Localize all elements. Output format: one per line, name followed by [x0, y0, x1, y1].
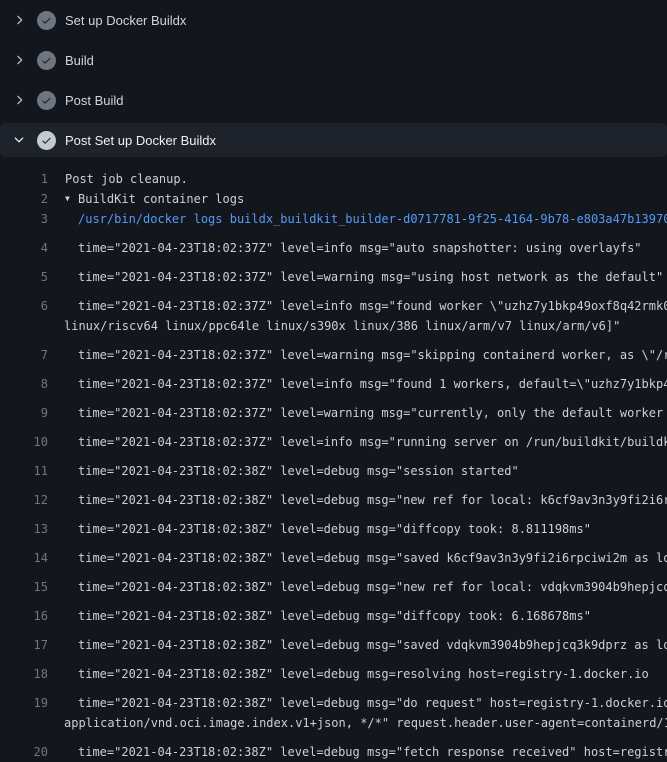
- line-number[interactable]: 19: [0, 693, 48, 713]
- check-circle-icon: [37, 11, 56, 30]
- line-number[interactable]: 7: [0, 345, 48, 365]
- log-text: time="2021-04-23T18:02:38Z" level=debug …: [78, 693, 667, 713]
- actions-log-viewer: Set up Docker Buildx Build Post Build Po…: [0, 0, 667, 762]
- log-line: 19 time="2021-04-23T18:02:38Z" level=deb…: [0, 684, 667, 713]
- line-number[interactable]: 18: [0, 664, 48, 684]
- step-row[interactable]: Set up Docker Buildx: [0, 0, 667, 40]
- line-number[interactable]: 17: [0, 635, 48, 655]
- log-line: 5 time="2021-04-23T18:02:37Z" level=warn…: [0, 258, 667, 287]
- chevron-right-icon: [12, 53, 26, 67]
- log-line: 8 time="2021-04-23T18:02:37Z" level=info…: [0, 365, 667, 394]
- chevron-right-icon: [12, 13, 26, 27]
- log-text: linux/riscv64 linux/ppc64le linux/s390x …: [64, 316, 620, 336]
- log-line: 9 time="2021-04-23T18:02:37Z" level=warn…: [0, 394, 667, 423]
- line-number[interactable]: 6: [0, 296, 48, 316]
- step-label: Set up Docker Buildx: [65, 13, 186, 28]
- chevron-right-icon: [12, 93, 26, 107]
- log-text: time="2021-04-23T18:02:38Z" level=debug …: [78, 519, 591, 539]
- step-label: Post Set up Docker Buildx: [65, 133, 216, 148]
- line-number[interactable]: 9: [0, 403, 48, 423]
- group-collapse-triangle-icon[interactable]: ▼: [65, 189, 78, 209]
- log-text: time="2021-04-23T18:02:38Z" level=debug …: [78, 577, 667, 597]
- log-text: time="2021-04-23T18:02:37Z" level=warnin…: [78, 267, 663, 287]
- log-text: time="2021-04-23T18:02:37Z" level=warnin…: [78, 345, 667, 365]
- log-text: BuildKit container logs: [78, 189, 244, 209]
- line-number[interactable]: 10: [0, 432, 48, 452]
- log-line: 6 time="2021-04-23T18:02:37Z" level=info…: [0, 287, 667, 316]
- log-line: 14 time="2021-04-23T18:02:38Z" level=deb…: [0, 539, 667, 568]
- log-line: 7 time="2021-04-23T18:02:37Z" level=warn…: [0, 336, 667, 365]
- line-number[interactable]: 2: [0, 189, 48, 209]
- line-number[interactable]: 1: [0, 169, 48, 189]
- chevron-icon[interactable]: [12, 93, 26, 107]
- log-line: 3 /usr/bin/docker logs buildx_buildkit_b…: [0, 209, 667, 229]
- log-text: time="2021-04-23T18:02:37Z" level=warnin…: [78, 403, 667, 423]
- log-line: 4 time="2021-04-23T18:02:37Z" level=info…: [0, 229, 667, 258]
- line-number[interactable]: 11: [0, 461, 48, 481]
- steps-list: Set up Docker Buildx Build Post Build Po…: [0, 0, 667, 157]
- log-text: time="2021-04-23T18:02:38Z" level=debug …: [78, 490, 667, 510]
- chevron-icon[interactable]: [12, 13, 26, 27]
- log-line: 12 time="2021-04-23T18:02:38Z" level=deb…: [0, 481, 667, 510]
- log-text: time="2021-04-23T18:02:38Z" level=debug …: [78, 742, 667, 762]
- log-text: Post job cleanup.: [65, 169, 188, 189]
- log-text: time="2021-04-23T18:02:37Z" level=info m…: [78, 374, 667, 394]
- log-line: 11 time="2021-04-23T18:02:38Z" level=deb…: [0, 452, 667, 481]
- log-text: time="2021-04-23T18:02:38Z" level=debug …: [78, 664, 649, 684]
- log-line: application/vnd.oci.image.index.v1+json,…: [0, 713, 667, 733]
- log-text: time="2021-04-23T18:02:38Z" level=debug …: [78, 606, 591, 626]
- line-number[interactable]: 14: [0, 548, 48, 568]
- log-text: application/vnd.oci.image.index.v1+json,…: [64, 713, 667, 733]
- line-number[interactable]: 16: [0, 606, 48, 626]
- step-row[interactable]: Build: [0, 40, 667, 80]
- check-mark-icon: [41, 135, 52, 146]
- line-number[interactable]: 20: [0, 742, 48, 762]
- log-panel: 1 Post job cleanup. 2 ▼ BuildKit contain…: [0, 160, 667, 762]
- line-number[interactable]: 8: [0, 374, 48, 394]
- log-line: 20 time="2021-04-23T18:02:38Z" level=deb…: [0, 733, 667, 762]
- line-number[interactable]: 5: [0, 267, 48, 287]
- line-number[interactable]: [0, 316, 48, 336]
- log-text: /usr/bin/docker logs buildx_buildkit_bui…: [78, 209, 667, 229]
- log-text: time="2021-04-23T18:02:37Z" level=info m…: [78, 238, 642, 258]
- log-line: 10 time="2021-04-23T18:02:37Z" level=inf…: [0, 423, 667, 452]
- line-number[interactable]: 15: [0, 577, 48, 597]
- line-number[interactable]: 3: [0, 209, 48, 229]
- check-mark-icon: [41, 15, 52, 26]
- log-line: 13 time="2021-04-23T18:02:38Z" level=deb…: [0, 510, 667, 539]
- log-line: 1 Post job cleanup.: [0, 169, 667, 189]
- log-line: 16 time="2021-04-23T18:02:38Z" level=deb…: [0, 597, 667, 626]
- check-mark-icon: [41, 55, 52, 66]
- check-circle-icon: [37, 91, 56, 110]
- step-row[interactable]: Post Set up Docker Buildx: [0, 123, 667, 157]
- line-number[interactable]: 12: [0, 490, 48, 510]
- check-circle-icon: [37, 51, 56, 70]
- log-line: 18 time="2021-04-23T18:02:38Z" level=deb…: [0, 655, 667, 684]
- log-text: time="2021-04-23T18:02:38Z" level=debug …: [78, 461, 519, 481]
- check-mark-icon: [41, 95, 52, 106]
- line-number[interactable]: 4: [0, 238, 48, 258]
- log-text: time="2021-04-23T18:02:37Z" level=info m…: [78, 432, 667, 452]
- log-line: 15 time="2021-04-23T18:02:38Z" level=deb…: [0, 568, 667, 597]
- chevron-icon[interactable]: [12, 133, 26, 147]
- log-text: time="2021-04-23T18:02:37Z" level=info m…: [78, 296, 667, 316]
- log-line: linux/riscv64 linux/ppc64le linux/s390x …: [0, 316, 667, 336]
- step-label: Build: [65, 53, 94, 68]
- log-text: time="2021-04-23T18:02:38Z" level=debug …: [78, 548, 667, 568]
- chevron-down-icon: [12, 133, 26, 147]
- log-line: 2 ▼ BuildKit container logs: [0, 189, 667, 209]
- check-circle-icon: [37, 131, 56, 150]
- step-label: Post Build: [65, 93, 124, 108]
- log-line: 17 time="2021-04-23T18:02:38Z" level=deb…: [0, 626, 667, 655]
- chevron-icon[interactable]: [12, 53, 26, 67]
- line-number[interactable]: [0, 713, 48, 733]
- line-number[interactable]: 13: [0, 519, 48, 539]
- step-row[interactable]: Post Build: [0, 80, 667, 120]
- log-text: time="2021-04-23T18:02:38Z" level=debug …: [78, 635, 667, 655]
